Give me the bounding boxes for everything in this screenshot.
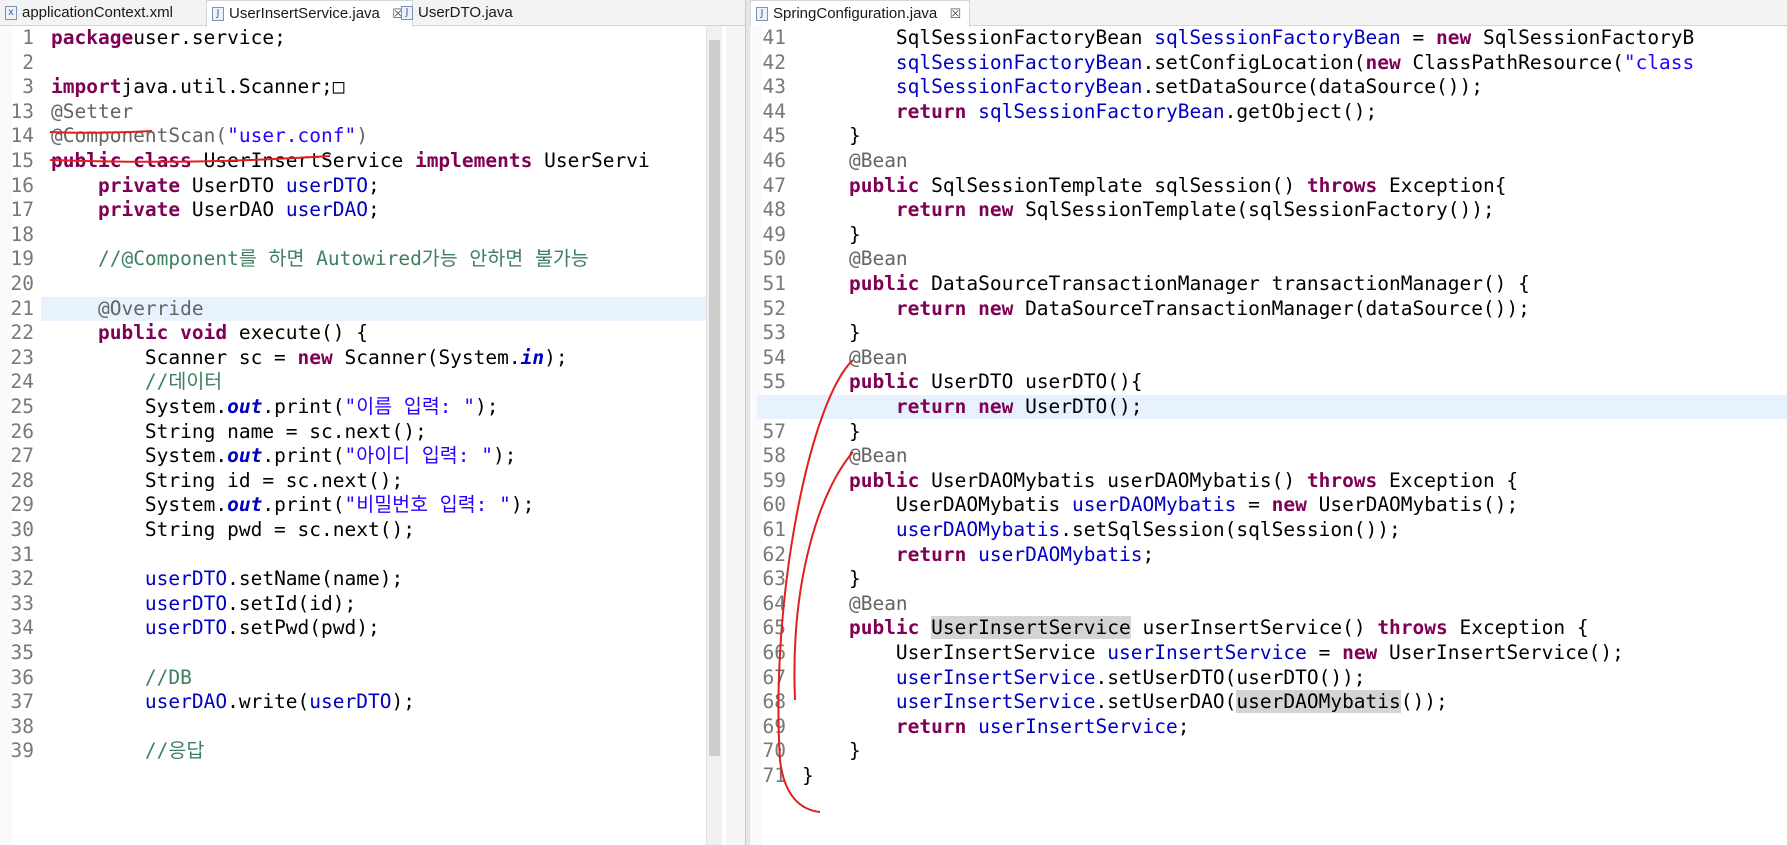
- left-handwritten-annotations: [49, 130, 331, 163]
- componentscan-underline: [49, 155, 331, 163]
- red-connector-curve: [793, 451, 854, 701]
- right-editor-pane: J SpringConfiguration.java ☒ 41 42 43 44 45 4…: [750, 0, 1787, 845]
- red-bracket-curve: [777, 359, 854, 813]
- left-editor-pane: x applicationContext.xml J UserInsertSer…: [0, 0, 745, 845]
- right-handwritten-annotations: [777, 359, 854, 813]
- setter-underline: [49, 130, 153, 134]
